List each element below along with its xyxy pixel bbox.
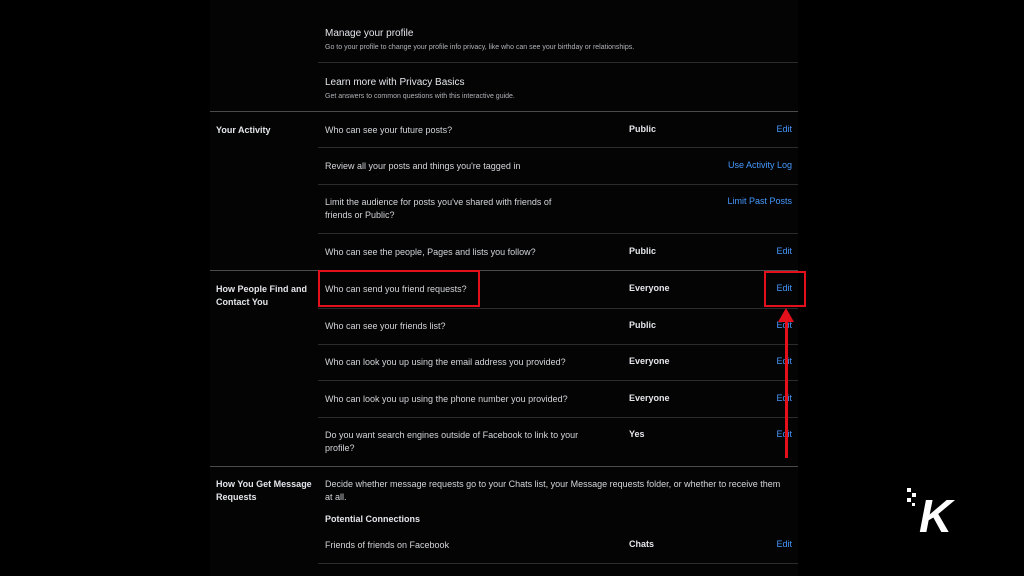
knowtechie-logo-icon: K — [907, 488, 955, 536]
section-divider — [210, 111, 798, 112]
section-title-message-requests: How You Get Message Requests — [216, 479, 312, 502]
edit-friends-of-friends-button[interactable]: Edit — [750, 539, 792, 549]
privacy-basics-subtitle: Get answers to common questions with thi… — [325, 93, 515, 100]
divider — [318, 233, 798, 234]
section-divider — [210, 466, 798, 467]
row-question: Review all your posts and things you're … — [325, 161, 521, 171]
manage-profile-link[interactable]: Manage your profile Go to your profile t… — [325, 27, 795, 53]
row-value: Public — [629, 246, 657, 256]
row-value: Everyone — [629, 393, 670, 403]
manage-profile-title: Manage your profile — [325, 28, 414, 39]
row-value: Yes — [629, 429, 645, 439]
edit-follow-lists-button[interactable]: Edit — [750, 246, 792, 256]
divider — [318, 147, 798, 148]
row-value: Chats — [629, 539, 655, 549]
manage-profile-subtitle: Go to your profile to change your profil… — [325, 44, 635, 51]
section-divider — [210, 270, 798, 271]
use-activity-log-link[interactable]: Use Activity Log — [680, 160, 792, 170]
divider — [318, 62, 798, 63]
friend-requests-highlight-box — [318, 270, 480, 307]
arrow-shaft — [785, 318, 788, 458]
row-question: Do you want search engines outside of Fa… — [325, 430, 579, 453]
section-title-find-contact: How People Find and Contact You — [216, 284, 308, 307]
divider — [318, 344, 798, 345]
potential-connections-heading: Potential Connections — [325, 514, 421, 524]
row-question: Friends of friends on Facebook — [325, 540, 450, 550]
divider — [318, 563, 798, 564]
row-value: Everyone — [629, 283, 670, 293]
divider — [318, 380, 798, 381]
row-question: Who can look you up using the phone numb… — [325, 394, 568, 404]
privacy-basics-link[interactable]: Learn more with Privacy Basics Get answe… — [325, 76, 795, 102]
message-requests-description: Decide whether message requests go to yo… — [325, 479, 781, 502]
row-question: Who can see your future posts? — [325, 125, 453, 135]
row-question: Who can look you up using the email addr… — [325, 357, 566, 367]
divider — [318, 308, 798, 309]
privacy-basics-title: Learn more with Privacy Basics — [325, 77, 465, 88]
edit-highlight-box — [764, 271, 806, 307]
divider — [318, 417, 798, 418]
divider — [318, 184, 798, 185]
limit-past-posts-link[interactable]: Limit Past Posts — [680, 196, 792, 206]
row-value: Public — [629, 320, 657, 330]
logo-letter: K — [919, 490, 955, 536]
section-title-your-activity: Your Activity — [216, 125, 271, 135]
row-question: Limit the audience for posts you've shar… — [325, 197, 552, 220]
row-value: Public — [629, 124, 657, 134]
row-question: Who can see your friends list? — [325, 321, 446, 331]
edit-future-posts-button[interactable]: Edit — [750, 124, 792, 134]
row-question: Who can see the people, Pages and lists … — [325, 247, 536, 257]
row-value: Everyone — [629, 356, 670, 366]
